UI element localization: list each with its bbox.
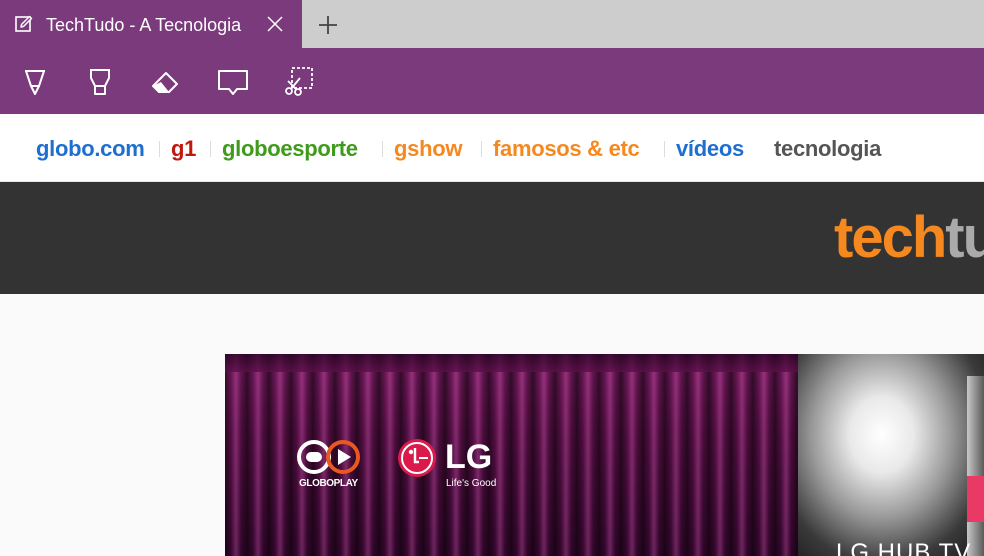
nav-separator	[210, 141, 211, 157]
nav-globo-com[interactable]: globo.com	[36, 136, 145, 162]
globoplay-label: GLOBOPLAY	[299, 478, 358, 489]
banner-ad[interactable]: GLOBOPLAY LG Life's Good LG HUB TV	[225, 354, 984, 556]
comment-icon[interactable]	[216, 64, 250, 98]
banner-caption: LG HUB TV	[836, 539, 972, 556]
tab-strip: TechTudo - A Tecnologia	[0, 0, 984, 48]
site-header: techtu	[0, 182, 984, 294]
nav-globoesporte[interactable]: globoesporte	[222, 136, 358, 162]
nav-separator	[664, 141, 665, 157]
nav-gshow[interactable]: gshow	[394, 136, 462, 162]
eraser-icon[interactable]	[149, 64, 183, 98]
clip-scissors-icon[interactable]	[282, 64, 316, 98]
globo-network-nav: globo.com g1 globoesporte gshow famosos …	[0, 114, 984, 182]
logo-part-tu: tu	[945, 205, 984, 270]
tab-title: TechTudo - A Tecnologia	[46, 15, 242, 35]
lg-brand-name: LG	[445, 438, 493, 476]
nav-tecnologia[interactable]: tecnologia	[774, 136, 881, 162]
note-edit-icon	[15, 15, 33, 32]
curtain-shadow	[225, 354, 798, 372]
plus-icon[interactable]	[316, 13, 340, 37]
pen-icon[interactable]	[18, 64, 52, 98]
tv-image	[967, 376, 984, 556]
nav-g1[interactable]: g1	[171, 136, 196, 162]
lg-logo-icon	[398, 439, 436, 477]
nav-separator	[382, 141, 383, 157]
nav-separator	[481, 141, 482, 157]
close-icon[interactable]	[265, 14, 285, 34]
nav-famosos[interactable]: famosos & etc	[493, 136, 640, 162]
lg-tagline: Life's Good	[446, 478, 497, 489]
highlighter-icon[interactable]	[83, 64, 117, 98]
nav-videos[interactable]: vídeos	[676, 136, 744, 162]
logo-part-tech: tech	[834, 205, 947, 270]
nav-separator	[159, 141, 160, 157]
web-note-toolbar	[0, 48, 984, 114]
active-tab[interactable]: TechTudo - A Tecnologia	[0, 0, 302, 48]
stage-light-background	[798, 354, 984, 556]
tv-screen-accent	[967, 476, 984, 522]
techtudo-logo[interactable]: techtu	[834, 206, 984, 270]
